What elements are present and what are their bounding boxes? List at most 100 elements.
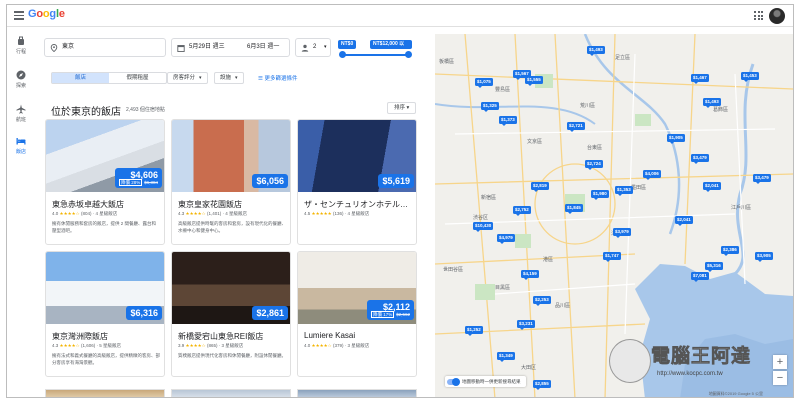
- map-price-pin[interactable]: $2,819: [531, 182, 549, 192]
- map-price-pin[interactable]: $1,453: [741, 72, 759, 82]
- apps-grid-icon[interactable]: [754, 11, 763, 20]
- map-price-pin[interactable]: $3,231: [517, 320, 535, 330]
- map-price-pin[interactable]: $3,905: [755, 252, 773, 262]
- logo-letter: e: [58, 8, 65, 20]
- rail-item-flights[interactable]: 航班: [7, 104, 35, 123]
- price-range-slider[interactable]: NT$0 NT$12,000 以上: [336, 40, 412, 62]
- filter-icon: ☰: [258, 76, 263, 82]
- zoom-in-button[interactable]: +: [773, 355, 787, 369]
- partial-card[interactable]: [45, 389, 165, 397]
- zoom-out-button[interactable]: −: [773, 371, 787, 385]
- map-price-pin[interactable]: $1,373: [499, 116, 517, 126]
- hotel-photo[interactable]: $4,606 降價 28% $6,384: [46, 120, 164, 192]
- hotel-card[interactable]: $4,606 降價 28% $6,384 東急赤坂卓越大飯店 4.0 ★★★★☆ (…: [45, 119, 165, 245]
- map-price-pin[interactable]: $2,855: [533, 380, 551, 390]
- slider-track[interactable]: [342, 54, 408, 56]
- amenities-filter[interactable]: 設施 ▾: [214, 72, 244, 84]
- tab-hotels[interactable]: 飯店: [52, 73, 109, 83]
- hotel-card[interactable]: $6,056 東京皇家花園飯店 4.3 ★★★★☆ (1,401) · 4 星級…: [171, 119, 291, 245]
- map-price-pin[interactable]: $2,253: [533, 296, 551, 306]
- map-price-pin[interactable]: $1,555: [525, 76, 543, 86]
- hotel-photo[interactable]: $6,316: [46, 252, 164, 324]
- map-price-pin[interactable]: $1,905: [667, 134, 685, 144]
- map-price-pin[interactable]: $1,252: [465, 326, 483, 336]
- map-price-pin[interactable]: $1,493: [703, 98, 721, 108]
- tab-vacation-rentals[interactable]: 假期租屋: [109, 73, 166, 83]
- map-price-pin[interactable]: $1,493: [587, 46, 605, 56]
- location-input[interactable]: 東京: [44, 38, 166, 57]
- map-place-label: 豐島區: [495, 87, 511, 93]
- chevron-down-icon: ▾: [199, 75, 202, 81]
- menu-icon[interactable]: [14, 11, 24, 20]
- map-price-pin[interactable]: $3,479: [691, 154, 709, 164]
- map-price-pin[interactable]: $5,316: [705, 262, 723, 272]
- price-badge: $2,861: [252, 306, 288, 320]
- map-price-pin[interactable]: $4,159: [521, 270, 539, 280]
- hotel-price: $6,316: [130, 308, 158, 318]
- google-logo[interactable]: Google: [28, 8, 65, 20]
- hotel-photo[interactable]: $5,619: [298, 120, 416, 192]
- map-price-pin[interactable]: $1,349: [497, 352, 515, 362]
- hotel-rating: 4.0 ★★★★☆ (379) · 3 星級飯店: [304, 343, 370, 348]
- sort-button[interactable]: 排序 ▾: [387, 102, 417, 114]
- hotel-card[interactable]: $2,112 降價 17% $2,562 Lumiere Kasai 4.0 ★★★…: [297, 251, 417, 377]
- toggle-switch[interactable]: [447, 377, 460, 386]
- hotel-card[interactable]: $6,316 東京灣洲際飯店 4.3 ★★★★☆ (1,606) · 5 星級飯…: [45, 251, 165, 377]
- checkin-date[interactable]: 5月29日 週三: [189, 39, 225, 56]
- partial-card[interactable]: [297, 389, 417, 397]
- avatar[interactable]: [769, 8, 785, 24]
- map-place-label: 板橋區: [439, 59, 455, 65]
- map-price-pin[interactable]: $1,353: [615, 186, 633, 196]
- map-attribution: 地圖資料©2019 Google 5 公里: [708, 391, 763, 396]
- map-price-pin[interactable]: $2,721: [567, 122, 585, 132]
- slider-max-handle[interactable]: [405, 51, 412, 58]
- map-price-pin[interactable]: $2,386: [721, 246, 739, 256]
- map-price-pin[interactable]: $4,006: [643, 170, 661, 180]
- hotel-name[interactable]: 新橋愛宕山東急REI飯店: [178, 331, 288, 342]
- map-price-pin[interactable]: $1,980: [591, 190, 609, 200]
- rail-item-explore[interactable]: 探索: [7, 70, 35, 89]
- guest-rating-filter[interactable]: 房客評分 ▾: [167, 72, 208, 84]
- map-update-toggle[interactable]: 地圖移動時一併更新搜尋結果: [445, 376, 526, 387]
- person-icon: [301, 44, 309, 52]
- hotel-card[interactable]: $2,861 新橋愛宕山東急REI飯店 3.9 ★★★★☆ (865) · 3 …: [171, 251, 291, 377]
- hotel-name[interactable]: 東急赤坂卓越大飯店: [52, 199, 162, 210]
- hotel-class: 3 星級飯店: [347, 343, 370, 348]
- guest-rating-label: 房客評分: [173, 75, 196, 81]
- map-price-pin[interactable]: $2,752: [513, 206, 531, 216]
- date-range-picker[interactable]: 5月29日 週三 6月3日 週一: [171, 38, 290, 57]
- map-price-pin[interactable]: $7,081: [691, 272, 709, 282]
- guests-selector[interactable]: 2 ▾: [295, 38, 331, 57]
- map-price-pin[interactable]: $3,979: [613, 228, 631, 238]
- map-price-pin[interactable]: $3,479: [753, 174, 771, 184]
- map-price-pin[interactable]: $2,041: [675, 216, 693, 226]
- hotel-photo[interactable]: $2,861: [172, 252, 290, 324]
- slider-min-handle[interactable]: [339, 51, 346, 58]
- map-price-pin[interactable]: $1,845: [565, 204, 583, 214]
- more-filters-button[interactable]: ☰ 更多篩選條件: [258, 74, 297, 82]
- review-count: (136): [332, 211, 344, 216]
- chevron-down-icon: ▾: [324, 44, 327, 50]
- hotel-name[interactable]: ザ・センチュリオンホテル…: [304, 199, 414, 210]
- map-price-pin[interactable]: $2,041: [703, 182, 721, 192]
- hotel-photo[interactable]: $2,112 降價 17% $2,562: [298, 252, 416, 324]
- map-price-pin[interactable]: $1,747: [603, 252, 621, 262]
- map-price-pin[interactable]: $10,430: [473, 222, 494, 232]
- map-price-pin[interactable]: $4,979: [497, 234, 515, 244]
- price-badge: $5,619: [378, 174, 414, 188]
- rail-item-trips[interactable]: 行程: [7, 36, 35, 55]
- checkout-date[interactable]: 6月3日 週一: [247, 39, 279, 56]
- rail-item-hotels[interactable]: 飯店: [7, 136, 35, 155]
- map-price-pin[interactable]: $1,467: [691, 74, 709, 84]
- map-price-pin[interactable]: $1,075: [475, 78, 493, 88]
- partial-card[interactable]: [171, 389, 291, 397]
- map-price-pin[interactable]: $2,724: [585, 160, 603, 170]
- hotel-photo[interactable]: $6,056: [172, 120, 290, 192]
- hotel-name[interactable]: 東京灣洲際飯店: [52, 331, 162, 342]
- app-window: Google 行程 探索 航班 飯店 東京 5月29日 週三 6月3日 週一 2…: [6, 4, 794, 398]
- hotel-name[interactable]: 東京皇家花園飯店: [178, 199, 288, 210]
- map-place-label: 葛飾區: [713, 107, 729, 113]
- hotel-card[interactable]: $5,619 ザ・センチュリオンホテル… 4.5 ★★★★★ (136) · 4…: [297, 119, 417, 245]
- hotel-name[interactable]: Lumiere Kasai: [304, 331, 414, 340]
- map-price-pin[interactable]: $1,325: [481, 102, 499, 112]
